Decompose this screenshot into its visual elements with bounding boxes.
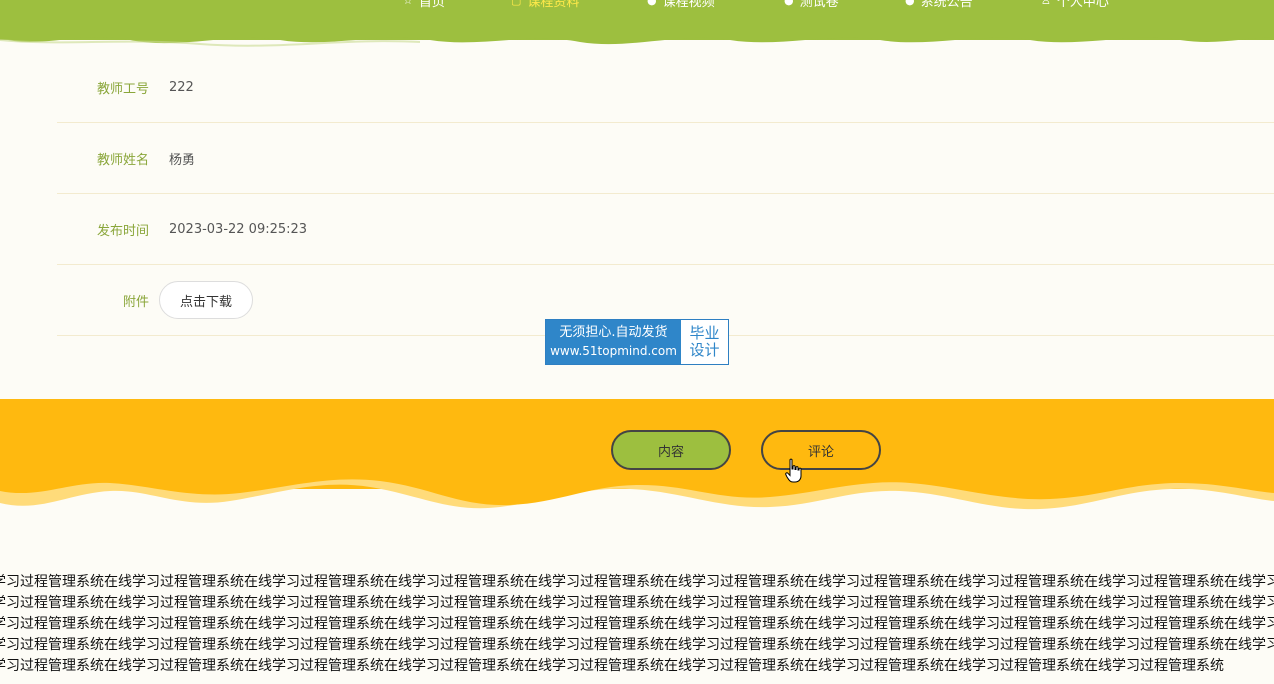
watermark-badge: 无须担心.自动发货 www.51topmind.com 毕业 设计 [545, 319, 729, 365]
document-icon: ▢ [511, 0, 522, 7]
watermark-left: 无须担心.自动发货 www.51topmind.com [546, 320, 681, 364]
publish-time-label: 发布时间 [96, 223, 149, 239]
nav-item-course-videos[interactable]: ● 课程视频 [647, 0, 715, 10]
footer-line: 学习过程管理系统在线学习过程管理系统在线学习过程管理系统在线学习过程管理系统在线… [0, 637, 1274, 653]
detail-row-publish-time: 发布时间 2023-03-22 09:25:23 [57, 194, 1274, 265]
nav-item-course-materials[interactable]: ▢ 课程资料 [511, 0, 579, 10]
watermark-line1: 无须担心.自动发货 [559, 325, 668, 340]
detail-row-teacher-name: 教师姓名 杨勇 [57, 123, 1274, 194]
detail-row-teacher-id: 教师工号 222 [57, 52, 1274, 123]
nav-item-home[interactable]: ☆ 首页 [403, 0, 445, 10]
teacher-id-label: 教师工号 [96, 81, 149, 97]
content-tab-button[interactable]: 内容 [611, 430, 731, 470]
circle-icon: ● [784, 0, 794, 7]
teacher-name-value: 杨勇 [169, 152, 196, 168]
nav-item-label: 课程资料 [527, 0, 580, 10]
attachment-label: 附件 [122, 294, 149, 310]
nav-item-label: 测试卷 [799, 0, 839, 10]
detail-panel: 教师工号 222 教师姓名 杨勇 发布时间 2023-03-22 09:25:2… [57, 52, 1274, 336]
watermark-side1: 毕业 [689, 324, 720, 342]
nav-item-label: 系统公告 [920, 0, 973, 10]
teacher-id-value: 222 [169, 79, 194, 95]
top-nav: ☆ 首页 ▢ 课程资料 ● 课程视频 ● 测试卷 ● 系统公告 ♙ 个人中心 [0, 0, 1274, 60]
watermark-url: www.51topmind.com [550, 344, 677, 358]
nav-item-tests[interactable]: ● 测试卷 [784, 0, 839, 10]
footer-system-name: 学习过程管理系统在线学习过程管理系统在线学习过程管理系统在线学习过程管理系统在线… [0, 572, 1274, 677]
comment-tab-button[interactable]: 评论 [761, 430, 881, 470]
orange-wave [0, 469, 1274, 510]
circle-icon: ● [905, 0, 915, 7]
nav-item-announcements[interactable]: ● 系统公告 [905, 0, 973, 10]
nav-item-profile[interactable]: ♙ 个人中心 [1041, 0, 1109, 10]
nav-item-label: 个人中心 [1056, 0, 1109, 10]
hand-cursor-icon [785, 458, 802, 483]
tabs-band: 内容 评论 [0, 399, 1274, 529]
star-icon: ☆ [403, 0, 413, 7]
publish-time-value: 2023-03-22 09:25:23 [169, 221, 308, 237]
watermark-side2: 设计 [689, 341, 720, 359]
watermark-right: 毕业 设计 [681, 320, 728, 364]
teacher-name-label: 教师姓名 [96, 152, 149, 168]
download-button[interactable]: 点击下载 [159, 281, 254, 319]
footer-line: 学习过程管理系统在线学习过程管理系统在线学习过程管理系统在线学习过程管理系统在线… [0, 595, 1274, 611]
footer-line: 学习过程管理系统在线学习过程管理系统在线学习过程管理系统在线学习过程管理系统在线… [0, 616, 1274, 632]
circle-icon: ● [647, 0, 657, 7]
footer-line: 学习过程管理系统在线学习过程管理系统在线学习过程管理系统在线学习过程管理系统在线… [0, 574, 1274, 590]
nav-item-label: 课程视频 [662, 0, 715, 10]
nav-item-label: 首页 [418, 0, 445, 10]
footer-line: 学习过程管理系统在线学习过程管理系统在线学习过程管理系统在线学习过程管理系统在线… [0, 658, 1224, 674]
user-icon: ♙ [1041, 0, 1051, 7]
